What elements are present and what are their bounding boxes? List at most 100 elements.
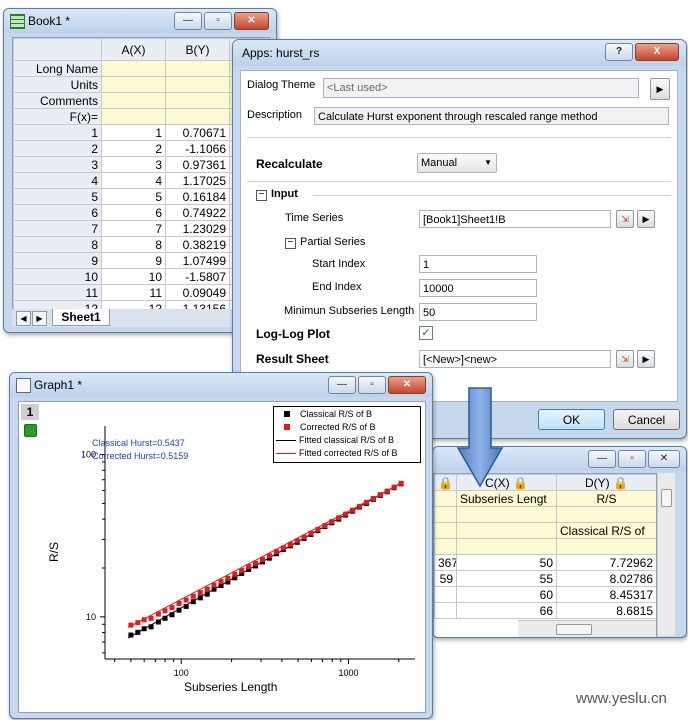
- d-longname-cell[interactable]: R/S: [556, 490, 656, 507]
- data-point: [204, 591, 210, 597]
- row-number[interactable]: 7: [13, 220, 102, 237]
- table-cell[interactable]: 60: [456, 586, 557, 603]
- dialog-theme-field[interactable]: <Last used>: [323, 78, 639, 98]
- column-header-b[interactable]: B(Y): [165, 38, 230, 61]
- result-sheet-menu-arrow-icon[interactable]: ▶: [637, 350, 655, 368]
- table-cell[interactable]: 5: [101, 188, 166, 205]
- row-number[interactable]: 8: [13, 236, 102, 253]
- table-cell[interactable]: 8.02786: [556, 570, 656, 587]
- table-cell[interactable]: 50: [456, 554, 557, 571]
- data-point: [329, 519, 335, 525]
- x-axis-title[interactable]: Subseries Length: [184, 680, 277, 694]
- partial-cell[interactable]: 367: [434, 554, 457, 571]
- data-point: [155, 619, 161, 625]
- table-cell[interactable]: 0.16184: [165, 188, 230, 205]
- table-cell[interactable]: 1.17025: [165, 172, 230, 189]
- row-number[interactable]: 6: [13, 204, 102, 221]
- start-index-label: Start Index: [312, 258, 366, 270]
- table-cell[interactable]: 0.38219: [165, 236, 230, 253]
- range-select-icon[interactable]: ⇲: [616, 210, 634, 228]
- data-point: [135, 620, 141, 626]
- column-header-d[interactable]: D(Y) 🔒: [556, 474, 656, 491]
- partial-cell[interactable]: 59: [434, 570, 457, 587]
- data-point: [169, 605, 175, 611]
- row-number[interactable]: 5: [13, 188, 102, 205]
- loglog-checkbox[interactable]: ✓: [419, 326, 433, 340]
- table-cell[interactable]: 3: [101, 156, 166, 173]
- table-cell[interactable]: 66: [456, 602, 557, 619]
- row-number[interactable]: 1: [13, 124, 102, 141]
- book1-minimize-button[interactable]: —: [174, 12, 202, 30]
- row-number[interactable]: 10: [13, 268, 102, 285]
- table-cell[interactable]: 6: [101, 204, 166, 221]
- end-index-field[interactable]: 10000: [419, 279, 537, 297]
- data-point: [315, 526, 321, 532]
- data-point: [218, 579, 224, 585]
- ok-button[interactable]: OK: [538, 409, 605, 430]
- table-cell[interactable]: 0.09049: [165, 284, 230, 301]
- data-point: [384, 488, 390, 494]
- table-cell[interactable]: 1.07499: [165, 252, 230, 269]
- table-cell[interactable]: 2: [101, 140, 166, 157]
- dialog-close-button[interactable]: X: [635, 43, 679, 61]
- result-close-button[interactable]: ✕: [648, 450, 680, 468]
- table-cell[interactable]: 8: [101, 236, 166, 253]
- dialog-help-button[interactable]: ?: [605, 43, 633, 61]
- range-select-icon[interactable]: ⇲: [616, 350, 634, 368]
- book1-maximize-button[interactable]: ▫: [204, 12, 232, 30]
- partial-series-collapse-toggle[interactable]: −: [285, 238, 296, 249]
- y-axis-title[interactable]: R/S: [47, 542, 61, 562]
- table-cell[interactable]: 8.45317: [556, 586, 656, 603]
- c-longname-cell[interactable]: Subseries Lengt: [456, 490, 557, 507]
- table-cell[interactable]: -1.1066: [165, 140, 230, 157]
- chart-legend[interactable]: Classical R/S of B Corrected R/S of B Fi…: [273, 406, 421, 463]
- x-tick-label: 1000: [338, 668, 358, 678]
- theme-menu-arrow-icon[interactable]: ▶: [650, 78, 670, 100]
- row-number[interactable]: 11: [13, 284, 102, 301]
- graph1-maximize-button[interactable]: ▫: [358, 376, 386, 394]
- table-cell[interactable]: -1.5807: [165, 268, 230, 285]
- table-cell[interactable]: 55: [456, 570, 557, 587]
- time-series-field[interactable]: [Book1]Sheet1!B: [419, 210, 611, 228]
- cancel-button[interactable]: Cancel: [613, 409, 680, 430]
- row-number[interactable]: 4: [13, 172, 102, 189]
- table-cell[interactable]: 8.6815: [556, 602, 656, 619]
- start-index-field[interactable]: 1: [419, 255, 537, 273]
- table-cell[interactable]: 0.74922: [165, 204, 230, 221]
- hurst-annotation[interactable]: Classical Hurst=0.5437 Corrected Hurst=0…: [92, 437, 188, 463]
- vertical-scrollbar[interactable]: [657, 473, 675, 636]
- d-comments-cell[interactable]: Classical R/S of: [556, 522, 656, 539]
- column-d-label: D(Y): [585, 475, 610, 490]
- result-maximize-button[interactable]: ▫: [618, 450, 646, 468]
- graph1-close-button[interactable]: ✕: [388, 376, 426, 394]
- row-number[interactable]: 2: [13, 140, 102, 157]
- result-minimize-button[interactable]: —: [588, 450, 616, 468]
- end-index-label: End Index: [312, 281, 362, 293]
- tab-scroll-right-button[interactable]: ▶: [32, 311, 47, 326]
- table-cell[interactable]: 10: [101, 268, 166, 285]
- table-cell[interactable]: 7: [101, 220, 166, 237]
- graph1-minimize-button[interactable]: —: [328, 376, 356, 394]
- legend-label: Fitted classical R/S of B: [299, 435, 395, 445]
- horizontal-scrollbar[interactable]: [518, 620, 656, 637]
- sheet-tab-sheet1[interactable]: Sheet1: [52, 309, 110, 326]
- column-header-a[interactable]: A(X): [101, 38, 166, 61]
- table-cell[interactable]: 4: [101, 172, 166, 189]
- result-sheet-field[interactable]: [<New>]<new>: [419, 350, 611, 368]
- row-number[interactable]: 3: [13, 156, 102, 173]
- tab-scroll-left-button[interactable]: ◀: [16, 311, 31, 326]
- table-cell[interactable]: 7.72962: [556, 554, 656, 571]
- table-cell[interactable]: 11: [101, 284, 166, 301]
- table-cell[interactable]: 1: [101, 124, 166, 141]
- table-cell[interactable]: 0.97361: [165, 156, 230, 173]
- table-cell[interactable]: 9: [101, 252, 166, 269]
- row-number[interactable]: 9: [13, 252, 102, 269]
- input-collapse-toggle[interactable]: −: [256, 190, 267, 201]
- data-point: [141, 626, 147, 632]
- table-cell[interactable]: 0.70671: [165, 124, 230, 141]
- book1-close-button[interactable]: ✕: [234, 12, 269, 30]
- recalculate-dropdown[interactable]: Manual ▼: [417, 153, 497, 173]
- min-subseries-field[interactable]: 50: [419, 303, 537, 321]
- table-cell[interactable]: 1.23029: [165, 220, 230, 237]
- time-series-menu-arrow-icon[interactable]: ▶: [637, 210, 655, 228]
